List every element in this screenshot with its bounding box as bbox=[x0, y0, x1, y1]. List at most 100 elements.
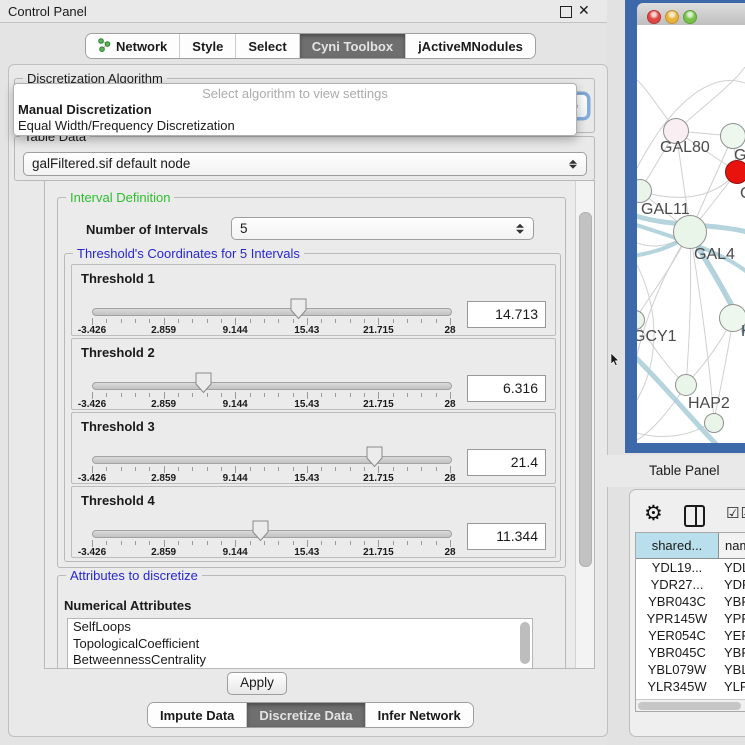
slider-thumb[interactable] bbox=[252, 520, 269, 542]
table-panel-title: Table Panel bbox=[649, 463, 720, 478]
settings-viewport: Interval Definition Number of Intervals … bbox=[45, 181, 576, 668]
tick-label: 21.715 bbox=[363, 325, 394, 336]
network-node-gal4[interactable] bbox=[673, 215, 707, 249]
threshold-label: Threshold 2 bbox=[81, 345, 155, 360]
tick-label: -3.426 bbox=[78, 399, 106, 410]
checkbox-icon[interactable]: ☑☑ bbox=[726, 504, 745, 522]
num-intervals-combobox[interactable]: 5 bbox=[231, 217, 534, 240]
attributes-list-scrollbar[interactable] bbox=[520, 622, 530, 664]
bottom-tabs: Impute DataDiscretize DataInfer Network bbox=[147, 702, 474, 728]
table-row[interactable]: YPR145WYPR1 bbox=[636, 610, 745, 627]
close-traffic-light[interactable] bbox=[647, 10, 661, 24]
apply-button[interactable]: Apply bbox=[227, 672, 287, 695]
table-hscrollbar-track[interactable] bbox=[636, 699, 745, 711]
combo-arrows-icon bbox=[569, 158, 577, 171]
numerical-attributes-list[interactable]: SelfLoopsTopologicalCoefficientBetweenne… bbox=[67, 618, 533, 668]
interval-definition-group: Interval Definition Number of Intervals … bbox=[57, 197, 566, 568]
tab-infer-network[interactable]: Infer Network bbox=[365, 703, 473, 727]
slider-track[interactable] bbox=[92, 456, 452, 464]
app-root: Control Panel ✕ NetworkStyleSelectCyni T… bbox=[0, 0, 745, 745]
interval-group-title: Interval Definition bbox=[66, 190, 174, 205]
tick-label: 2.859 bbox=[151, 325, 176, 336]
bottom-tab-bar: Impute DataDiscretize DataInfer Network bbox=[147, 702, 474, 728]
tab-impute-data[interactable]: Impute Data bbox=[148, 703, 246, 727]
threshold-value-input[interactable]: 14.713 bbox=[467, 301, 546, 328]
threshold-panel-4: Threshold 4 -3.4262.8599.14415.4321.7152… bbox=[71, 486, 556, 558]
tick-label: 2.859 bbox=[151, 547, 176, 558]
table-row[interactable]: YDR27...YDR2 bbox=[636, 576, 745, 593]
threshold-value-input[interactable]: 6.316 bbox=[467, 375, 546, 402]
tick-label: 15.43 bbox=[294, 473, 319, 484]
slider-thumb[interactable] bbox=[290, 298, 307, 320]
settings-scrollbar-thumb[interactable] bbox=[579, 212, 592, 567]
threshold-coordinates-group: Threshold's Coordinates for 5 Intervals … bbox=[64, 253, 561, 562]
tab-cyni-toolbox[interactable]: Cyni Toolbox bbox=[299, 34, 405, 58]
table-row[interactable]: YLR345WYLR3 bbox=[636, 678, 745, 695]
tab-network[interactable]: Network bbox=[86, 34, 179, 58]
slider-thumb[interactable] bbox=[366, 446, 383, 468]
tick-label: 9.144 bbox=[223, 473, 248, 484]
threshold-panel-2: Threshold 2 -3.4262.8599.14415.4321.7152… bbox=[71, 338, 556, 410]
threshold-panel-3: Threshold 3 -3.4262.8599.14415.4321.7152… bbox=[71, 412, 556, 484]
tab-select[interactable]: Select bbox=[235, 34, 298, 58]
slider-thumb[interactable] bbox=[195, 372, 212, 394]
threshold-value-input[interactable]: 11.344 bbox=[467, 523, 546, 550]
gear-icon[interactable]: ⚙ bbox=[644, 501, 663, 525]
tick-label: -3.426 bbox=[78, 325, 106, 336]
tick-label: 21.715 bbox=[363, 547, 394, 558]
tick-label: -3.426 bbox=[78, 473, 106, 484]
network-icon bbox=[98, 38, 111, 55]
slider-track[interactable] bbox=[92, 308, 452, 316]
settings-scrollbar-track[interactable] bbox=[575, 181, 594, 668]
network-node-hap2[interactable] bbox=[675, 374, 697, 396]
algorithm-dropdown: Select algorithm to view settings Manual… bbox=[13, 83, 577, 136]
threshold-group-title: Threshold's Coordinates for 5 Intervals bbox=[73, 246, 304, 261]
dropdown-hint: Select algorithm to view settings bbox=[14, 84, 576, 102]
attribute-item[interactable]: TopologicalCoefficient bbox=[68, 636, 532, 653]
attribute-item[interactable]: SelfLoops bbox=[68, 619, 532, 636]
table-row[interactable]: YER054CYER0 bbox=[636, 627, 745, 644]
attributes-group-title: Attributes to discretize bbox=[66, 568, 202, 583]
table-row[interactable]: YBL079WYBL0 bbox=[636, 661, 745, 678]
float-window-icon[interactable] bbox=[560, 6, 572, 18]
network-node[interactable] bbox=[704, 413, 724, 433]
tab-jactivemnodules[interactable]: jActiveMNodules bbox=[405, 34, 535, 58]
mouse-cursor bbox=[610, 353, 620, 367]
combo-arrows-icon bbox=[516, 222, 524, 235]
tick-label: -3.426 bbox=[78, 547, 106, 558]
num-intervals-label: Number of Intervals bbox=[86, 222, 208, 237]
network-window-titlebar[interactable] bbox=[637, 3, 745, 26]
attribute-item[interactable]: BetweennessCentrality bbox=[68, 652, 532, 668]
dropdown-option-manual-discretization[interactable]: Manual Discretization bbox=[14, 102, 576, 118]
attributes-group: Attributes to discretize Numerical Attri… bbox=[57, 575, 566, 668]
slider-track[interactable] bbox=[92, 530, 452, 538]
tick-label: 9.144 bbox=[223, 547, 248, 558]
zoom-traffic-light[interactable] bbox=[683, 10, 697, 24]
table-row[interactable]: YBR045CYBR0 bbox=[636, 644, 745, 661]
close-icon[interactable]: ✕ bbox=[578, 2, 590, 19]
network-node-c[interactable] bbox=[725, 160, 745, 184]
column-header-name[interactable]: name bbox=[719, 533, 745, 558]
tab-discretize-data[interactable]: Discretize Data bbox=[246, 703, 364, 727]
table-hscrollbar-thumb[interactable] bbox=[638, 702, 741, 710]
tick-label: 21.715 bbox=[363, 399, 394, 410]
network-canvas[interactable]: GAL80GACGAL11GAL4GCY1HHAP2 bbox=[637, 25, 745, 443]
columns-icon[interactable] bbox=[684, 505, 705, 527]
dropdown-option-equal-width-frequency-discretization[interactable]: Equal Width/Frequency Discretization bbox=[14, 118, 576, 134]
table-row[interactable]: YBR043CYBR0 bbox=[636, 593, 745, 610]
threshold-value-input[interactable]: 21.4 bbox=[467, 449, 546, 476]
tick-label: 28 bbox=[444, 547, 455, 558]
table-row[interactable]: YDL19...YDL1 bbox=[636, 559, 745, 576]
network-node-ga[interactable] bbox=[720, 123, 745, 149]
minimize-traffic-light[interactable] bbox=[665, 10, 679, 24]
numerical-attributes-label: Numerical Attributes bbox=[64, 598, 191, 613]
table-data-group: Table Data galFiltered.sif default node bbox=[14, 136, 595, 181]
attribute-items: SelfLoopsTopologicalCoefficientBetweenne… bbox=[68, 619, 532, 668]
column-header-shared[interactable]: shared... bbox=[636, 533, 719, 558]
table-data-combobox[interactable]: galFiltered.sif default node bbox=[23, 152, 587, 176]
tick-label: 21.715 bbox=[363, 473, 394, 484]
slider-track[interactable] bbox=[92, 382, 452, 390]
tick-label: 2.859 bbox=[151, 473, 176, 484]
tick-label: 9.144 bbox=[223, 399, 248, 410]
tab-style[interactable]: Style bbox=[179, 34, 235, 58]
